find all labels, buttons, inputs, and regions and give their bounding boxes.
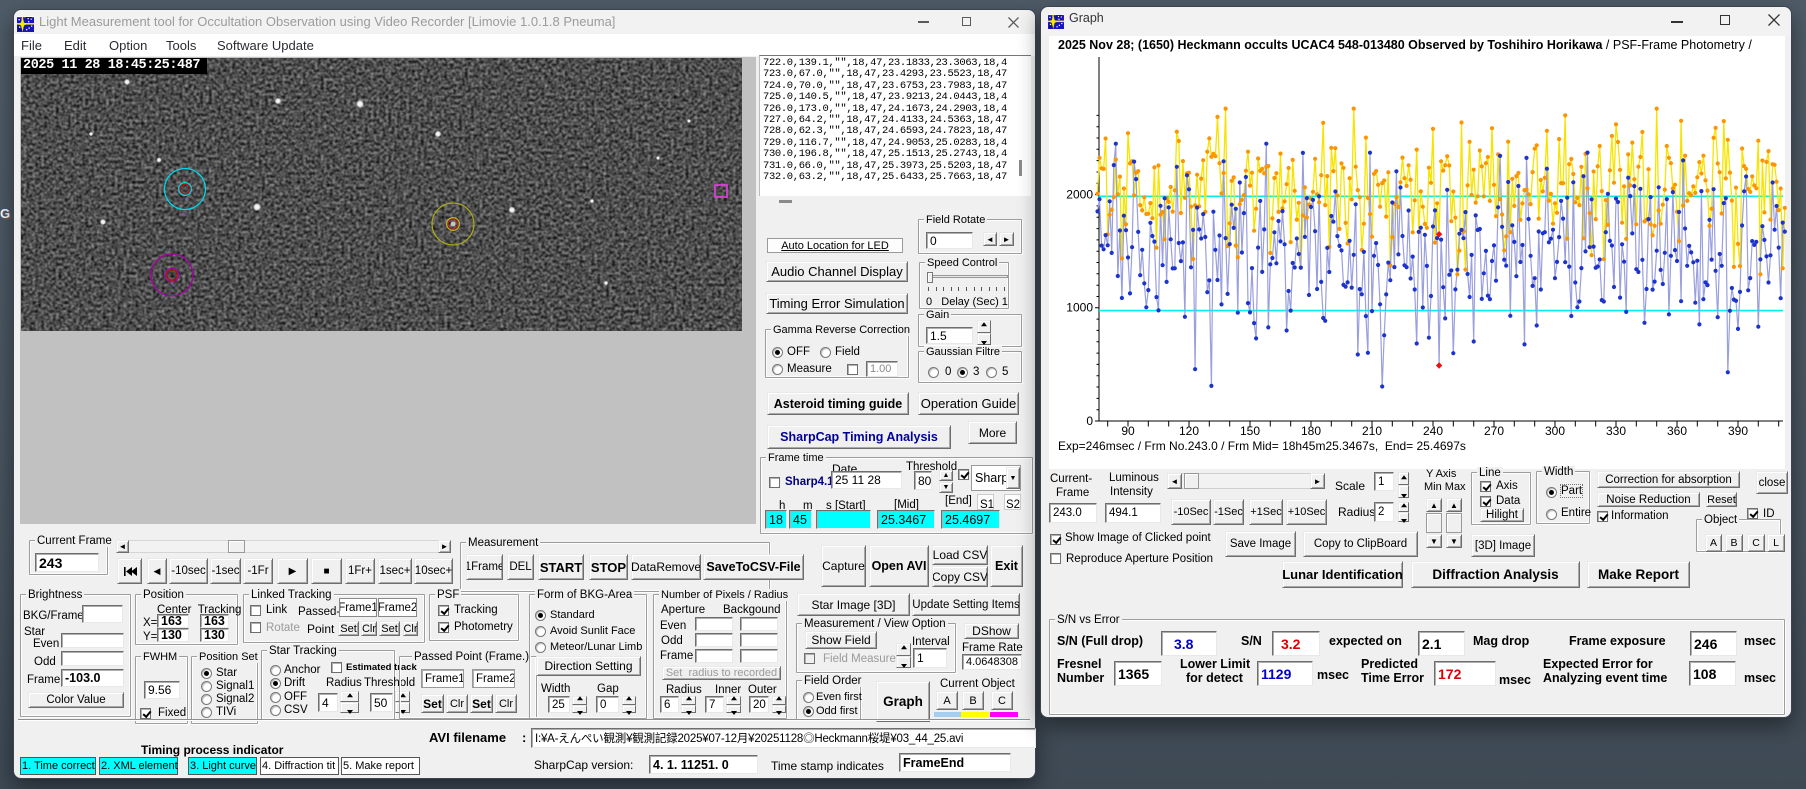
svg-text:1000: 1000: [1066, 301, 1093, 315]
svg-text:90: 90: [1121, 424, 1135, 438]
svg-text:210: 210: [1362, 424, 1382, 438]
svg-text:240: 240: [1423, 424, 1443, 438]
svg-text:0: 0: [1086, 414, 1093, 428]
svg-text:150: 150: [1240, 424, 1260, 438]
svg-text:390: 390: [1728, 424, 1748, 438]
svg-text:300: 300: [1545, 424, 1565, 438]
svg-text:120: 120: [1179, 424, 1199, 438]
svg-text:180: 180: [1301, 424, 1321, 438]
svg-text:330: 330: [1606, 424, 1626, 438]
svg-text:2000: 2000: [1066, 188, 1093, 202]
svg-text:360: 360: [1667, 424, 1687, 438]
svg-text:270: 270: [1484, 424, 1504, 438]
